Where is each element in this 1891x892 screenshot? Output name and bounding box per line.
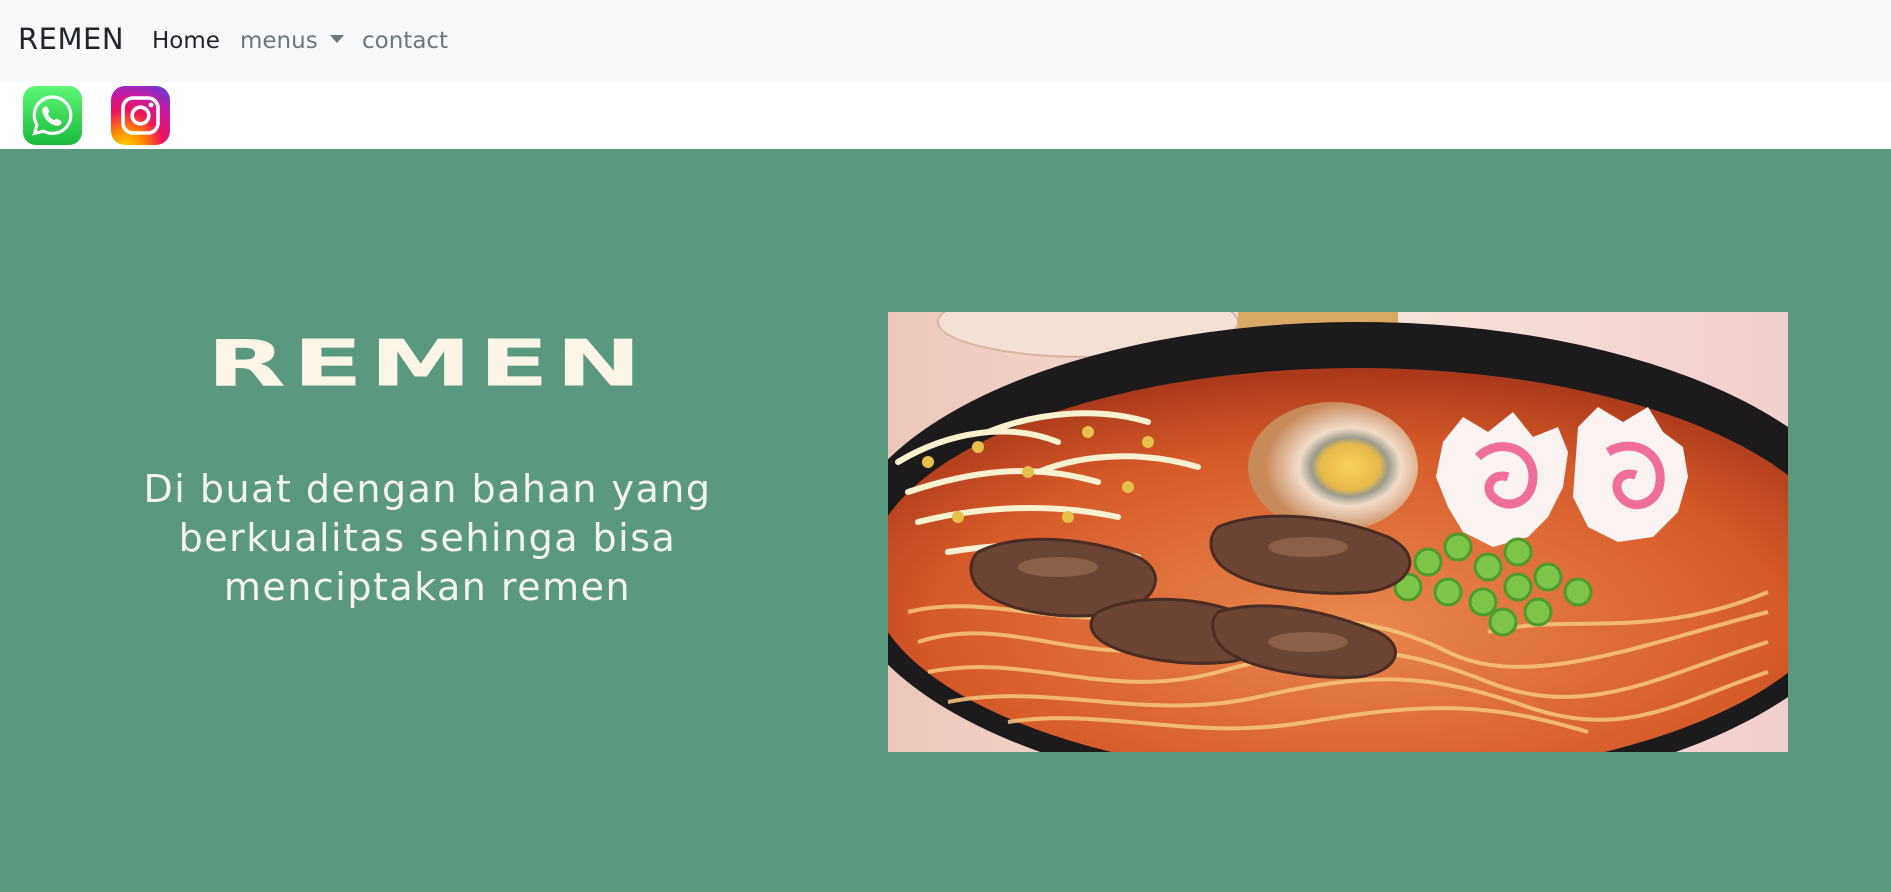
navbar: REMEN Home menus contact — [0, 0, 1891, 82]
nav-home-link[interactable]: Home — [152, 28, 220, 54]
nav-menus-label: menus — [240, 28, 318, 54]
caret-down-icon — [329, 35, 344, 43]
ramen-image — [888, 312, 1788, 752]
nav-contact-link[interactable]: contact — [362, 28, 448, 54]
brand-logo[interactable]: REMEN — [18, 22, 124, 56]
hero-description: Di buat dengan bahan yang berkualitas se… — [143, 467, 712, 609]
whatsapp-icon[interactable] — [23, 86, 82, 145]
hero-title: REMEN — [206, 327, 649, 401]
hero-section: REMEN Di buat dengan bahan yang berkuali… — [0, 149, 1891, 892]
instagram-icon[interactable] — [111, 86, 170, 145]
social-bar — [0, 82, 1891, 149]
nav-menus-dropdown[interactable]: menus — [240, 28, 344, 54]
